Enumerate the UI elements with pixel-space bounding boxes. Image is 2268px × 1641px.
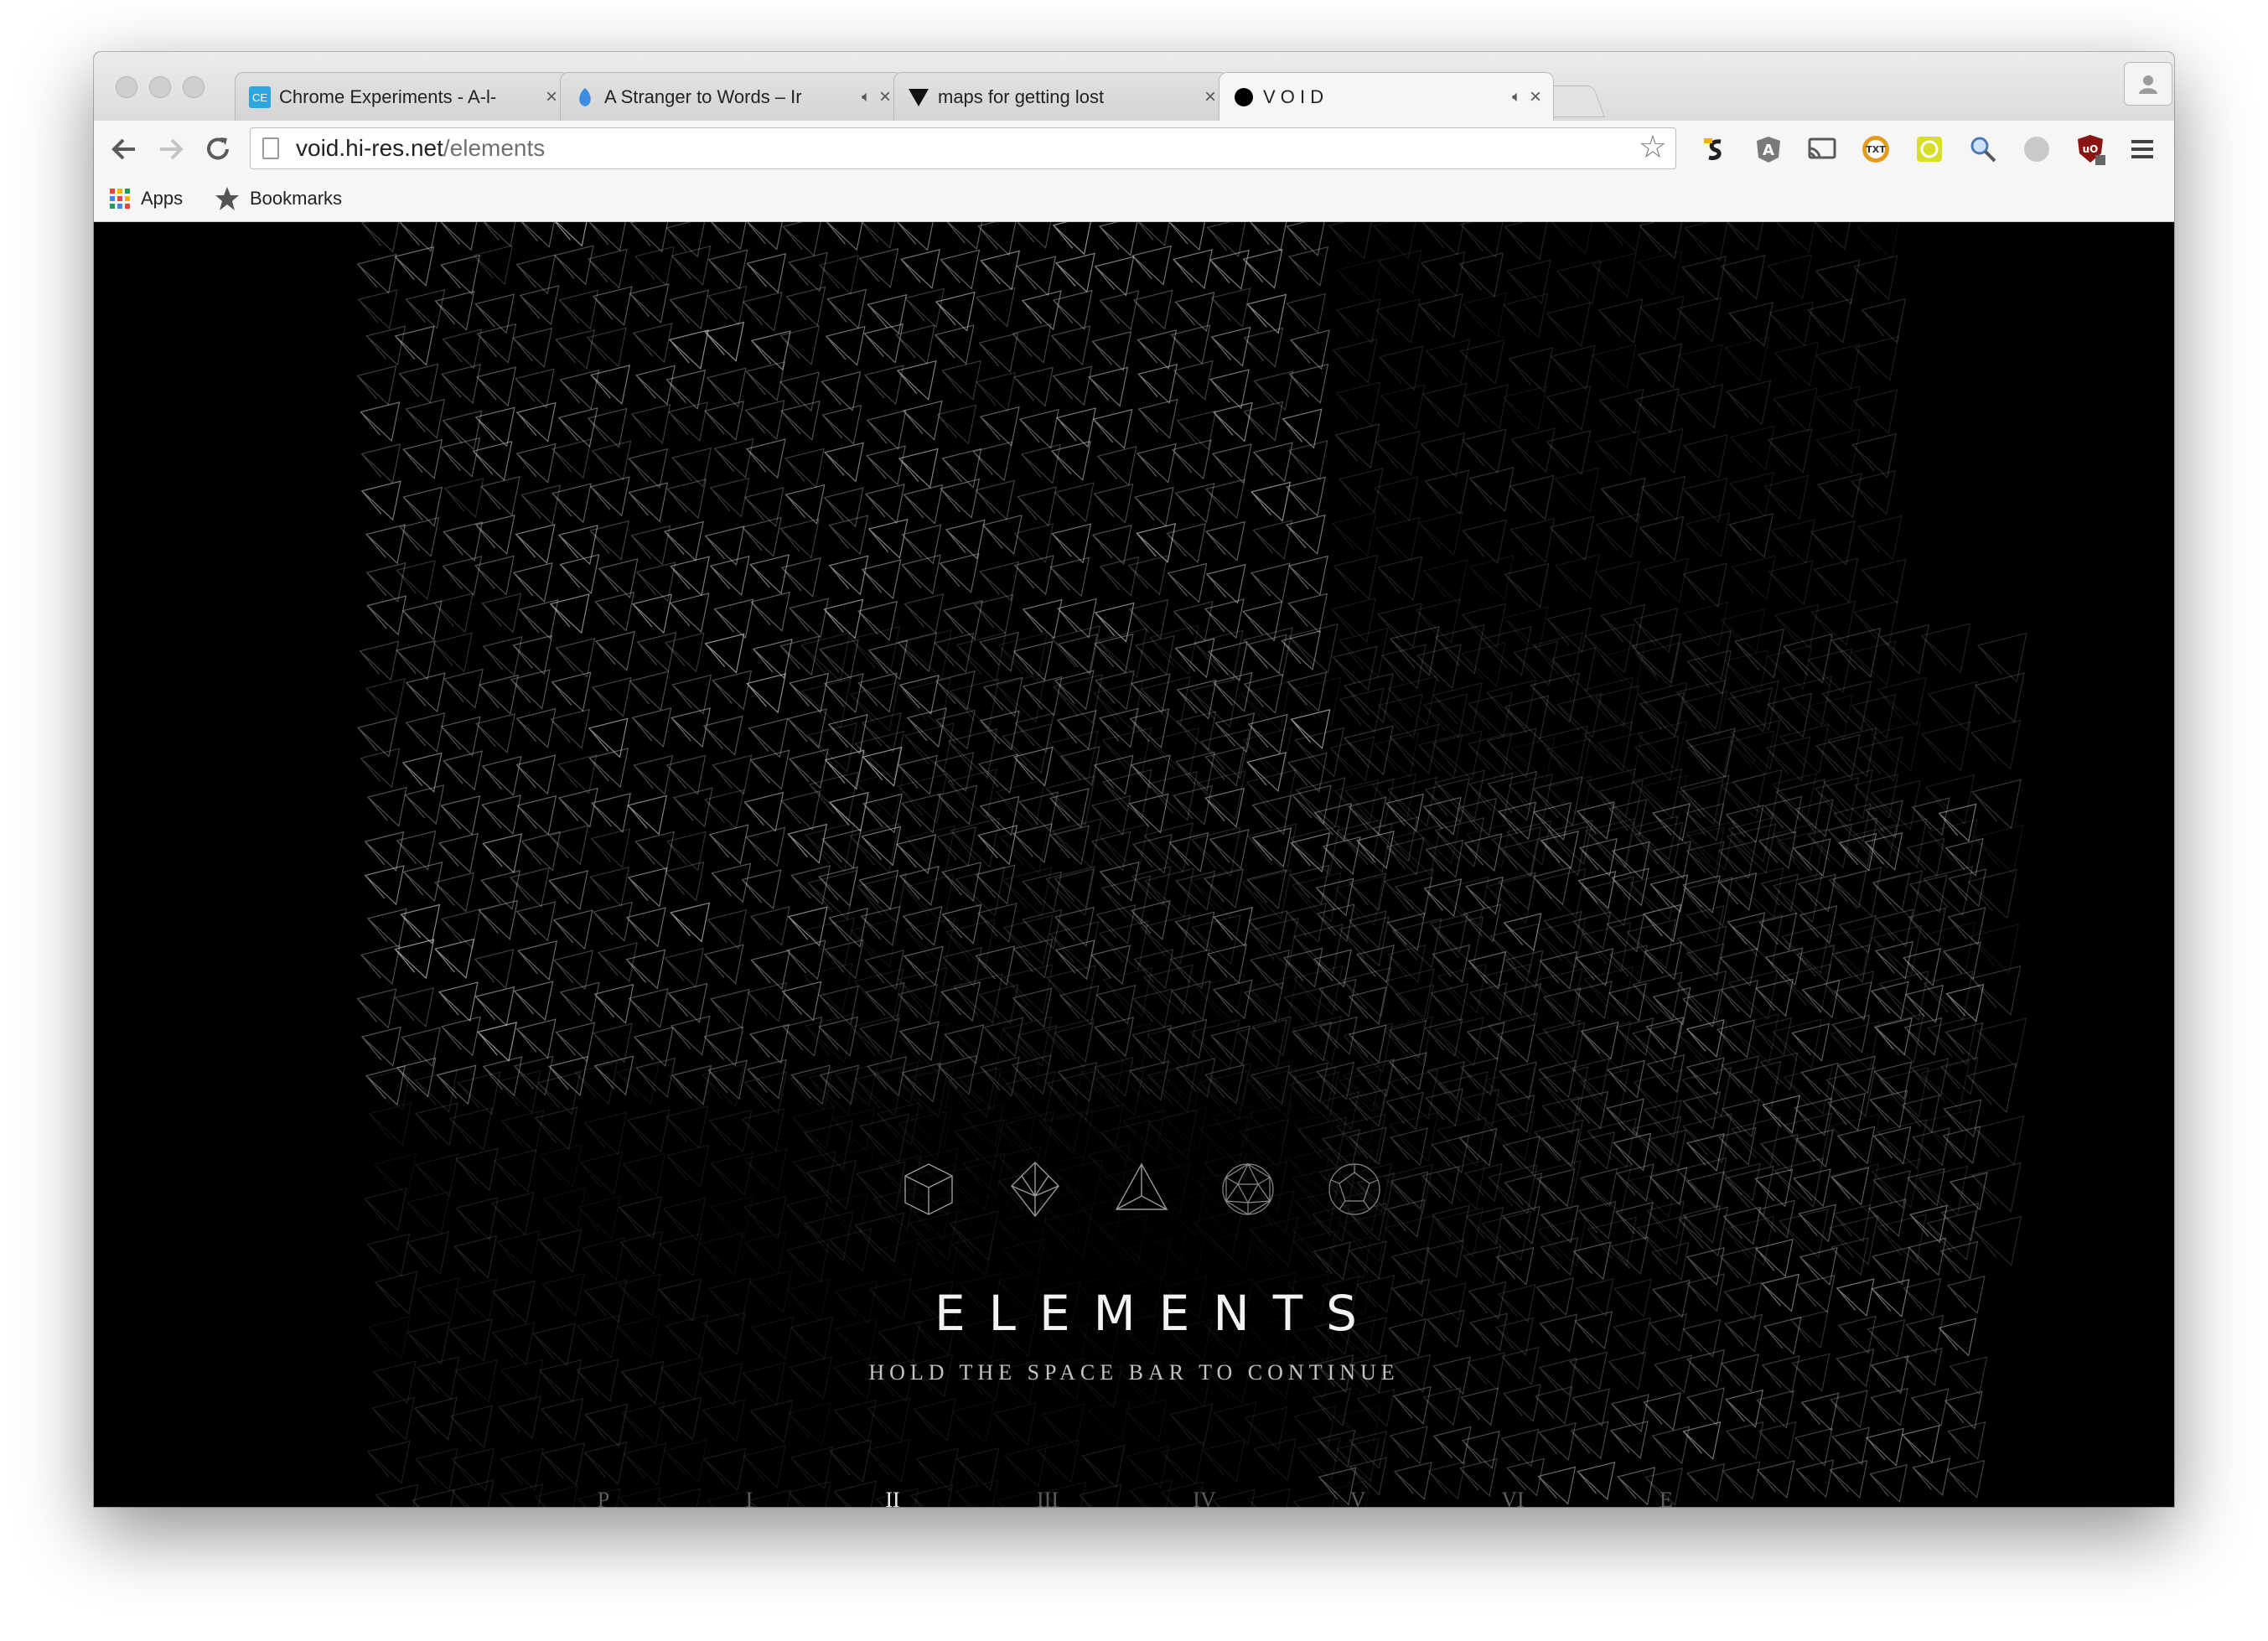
chapter-v[interactable]: V <box>1350 1488 1366 1507</box>
page-icon <box>262 137 279 159</box>
bookmark-label: Bookmarks <box>250 188 343 209</box>
chapter-navigation: P I II III IV V VI E <box>94 1488 2174 1507</box>
browser-window: CE Chrome Experiments - A-l- × A Strange… <box>94 52 2174 1507</box>
yellow-ext-icon[interactable] <box>1913 132 1946 166</box>
chapter-vi[interactable]: VI <box>1501 1488 1524 1507</box>
bookmarks-bar: Apps Bookmarks <box>94 178 2174 222</box>
svg-text:uO: uO <box>2083 143 2099 155</box>
reload-icon <box>207 137 229 160</box>
bookmark-apps[interactable]: Apps <box>109 186 183 211</box>
back-arrow-icon <box>111 138 135 160</box>
close-tab-icon[interactable]: × <box>546 86 557 107</box>
tab-title: V O I D <box>1263 85 1324 107</box>
octahedron-icon[interactable] <box>1005 1159 1065 1219</box>
tab-maps-for-getting-lost[interactable]: maps for getting lost × <box>893 72 1229 121</box>
chapter-epilogue[interactable]: E <box>1660 1488 1673 1507</box>
close-tab-icon[interactable]: × <box>879 86 891 107</box>
chrome-experiments-favicon: CE <box>249 85 271 108</box>
cast-icon[interactable] <box>1805 132 1839 166</box>
void-page[interactable]: ELEMENTS HOLD THE SPACE BAR TO CONTINUE … <box>94 222 2174 1507</box>
tab-title: Chrome Experiments - A-l- <box>279 85 497 107</box>
space-bar-instruction: HOLD THE SPACE BAR TO CONTINUE <box>868 1360 1400 1385</box>
stylish-icon[interactable] <box>1698 132 1732 166</box>
stranger-to-words-favicon <box>574 86 596 108</box>
tab-title: maps for getting lost <box>938 85 1105 107</box>
minimize-window-button[interactable] <box>149 76 171 98</box>
chapter-iii[interactable]: III <box>1037 1488 1059 1507</box>
chapter-ii[interactable]: II <box>885 1488 899 1507</box>
ublock-icon[interactable]: uO <box>2074 132 2107 166</box>
close-tab-icon[interactable]: × <box>1530 86 1541 107</box>
dodecahedron-icon[interactable] <box>1324 1159 1385 1219</box>
tab-strip: CE Chrome Experiments - A-l- × A Strange… <box>94 52 2174 121</box>
close-window-button[interactable] <box>116 76 137 98</box>
profile-button[interactable] <box>2124 62 2172 106</box>
bookmark-label: Apps <box>141 188 184 209</box>
tab-stranger-to-words[interactable]: A Stranger to Words – Ir 🔈︎ × <box>560 72 904 121</box>
forward-arrow-icon <box>160 138 184 160</box>
back-button[interactable] <box>106 131 142 168</box>
reload-button[interactable] <box>199 131 236 168</box>
star-icon <box>215 187 239 210</box>
triangle-favicon <box>908 86 929 108</box>
forward-button[interactable] <box>153 131 189 168</box>
angular-icon[interactable]: A <box>1752 132 1785 166</box>
chapter-iv[interactable]: IV <box>1193 1488 1215 1507</box>
gray-ext-icon[interactable] <box>2020 132 2053 166</box>
chapter-prologue[interactable]: P <box>598 1488 609 1507</box>
close-tab-icon[interactable]: × <box>1204 86 1216 107</box>
apps-grid-icon <box>110 189 130 209</box>
txt-icon[interactable]: TXT <box>1859 132 1893 166</box>
url-text[interactable]: void.hi-res.net/elements <box>296 135 545 162</box>
elements-shape-row <box>898 1159 1385 1226</box>
tetrahedron-icon[interactable] <box>1111 1159 1172 1219</box>
zoom-window-button[interactable] <box>183 76 205 98</box>
bookmark-folder[interactable]: Bookmarks <box>215 186 342 211</box>
cube-icon[interactable] <box>898 1159 959 1219</box>
black-circle-favicon <box>1233 86 1255 108</box>
toolbar: void.hi-res.net/elements ☆ A TXT uO <box>94 121 2174 179</box>
tab-chrome-experiments[interactable]: CE Chrome Experiments - A-l- × <box>235 72 570 121</box>
page-title: ELEMENTS <box>935 1285 1380 1342</box>
svg-text:TXT: TXT <box>1866 144 1886 155</box>
speaker-icon[interactable]: 🔈︎ <box>862 88 871 106</box>
chapter-i[interactable]: I <box>746 1488 753 1507</box>
menu-icon[interactable] <box>2126 132 2159 166</box>
search-ext-icon[interactable] <box>1966 132 2000 166</box>
tab-title: A Stranger to Words – Ir <box>604 85 802 107</box>
speaker-icon[interactable]: 🔈︎ <box>1512 88 1521 106</box>
icosahedron-icon[interactable] <box>1218 1159 1278 1219</box>
person-icon <box>2139 75 2157 94</box>
address-bar[interactable]: void.hi-res.net/elements ☆ <box>250 127 1676 169</box>
bookmark-star-icon[interactable]: ☆ <box>1639 132 1667 163</box>
svg-text:A: A <box>1763 142 1774 159</box>
svg-text:CE: CE <box>252 91 267 104</box>
tab-void[interactable]: V O I D 🔈︎ × <box>1219 72 1554 121</box>
